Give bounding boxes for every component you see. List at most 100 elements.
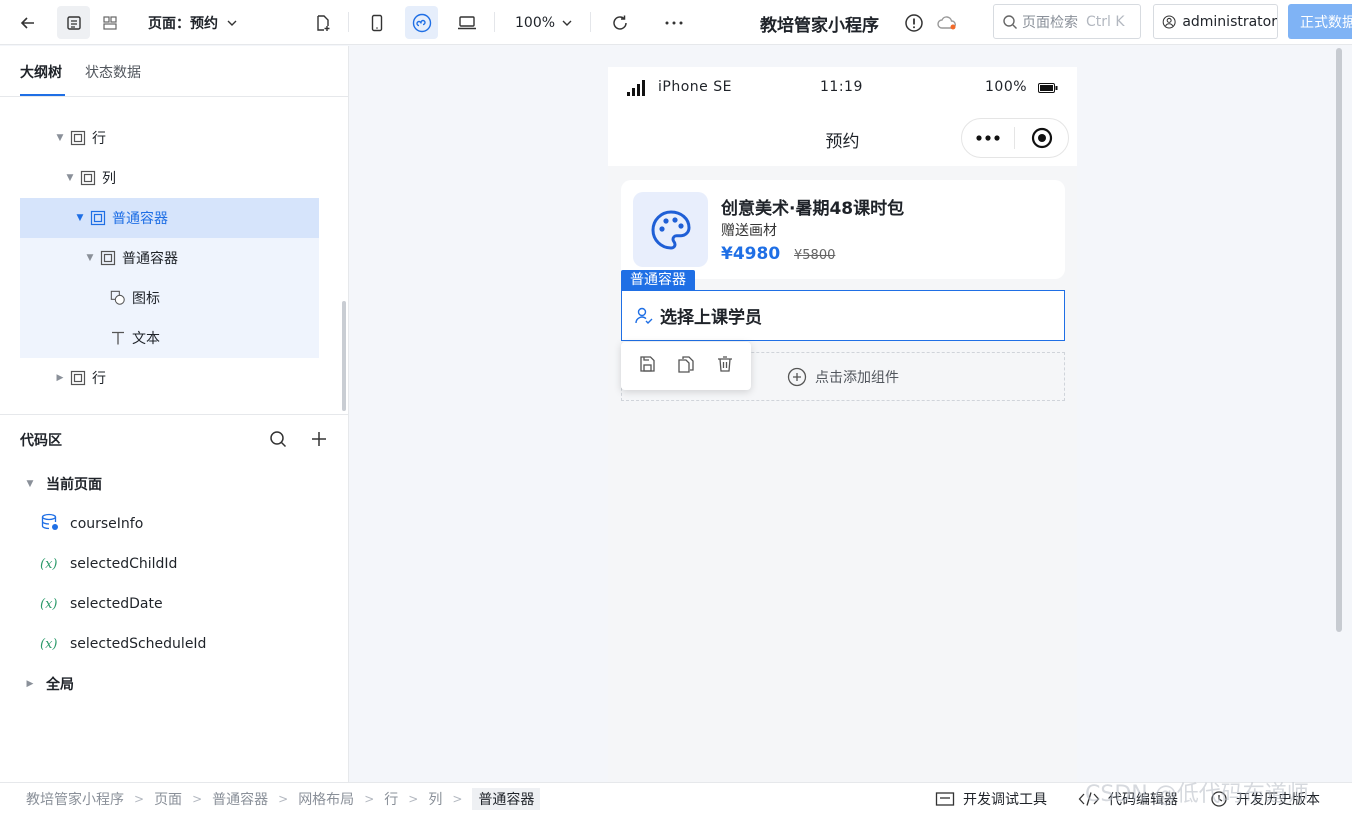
global-group[interactable]: ▶ 全局: [24, 669, 74, 699]
breadcrumb-item[interactable]: 网格布局: [298, 789, 354, 809]
chevron-right-icon: >: [364, 791, 375, 806]
chevron-right-icon: >: [452, 791, 463, 806]
search-shortcut: Ctrl K: [1086, 13, 1125, 30]
desktop-preview-icon[interactable]: [450, 6, 483, 39]
code-item-label: courseInfo: [70, 516, 144, 532]
tab-outline-tree[interactable]: 大纲树: [20, 62, 62, 82]
code-item-label: selectedDate: [70, 596, 163, 612]
tree-node-label: 普通容器: [112, 211, 168, 227]
add-page-icon[interactable]: [306, 6, 339, 39]
tree-node-label: 行: [92, 371, 106, 387]
tree-node-label: 行: [92, 131, 106, 147]
code-item-courseinfo[interactable]: courseInfo: [40, 509, 143, 539]
tree-node-icon[interactable]: 图标: [20, 278, 319, 318]
save-icon[interactable]: [638, 355, 656, 377]
breadcrumb-item[interactable]: 列: [428, 789, 442, 809]
caret-down-icon[interactable]: ▼: [84, 253, 96, 263]
caret-down-icon[interactable]: ▼: [74, 213, 86, 223]
history-label: 开发历史版本: [1236, 792, 1320, 808]
current-page-label: 当前页面: [46, 477, 102, 493]
shapes-icon: [110, 290, 126, 306]
tree-node-container-selected[interactable]: ▼ 普通容器: [20, 198, 319, 238]
tree-node-row[interactable]: ▶ 行: [20, 358, 319, 398]
bottom-bar: 教培管家小程序 > 页面 > 普通容器 > 网格布局 > 行 > 列 > 普通容…: [0, 782, 1352, 814]
close-target-icon[interactable]: [1031, 127, 1053, 149]
code-item-selectedchildid[interactable]: (x) selectedChildId: [40, 549, 177, 579]
search-placeholder: 页面检索: [1022, 14, 1078, 31]
publish-button[interactable]: 正式数据: [1288, 4, 1352, 39]
database-icon: [40, 512, 70, 536]
tree-node-label: 文本: [132, 331, 160, 347]
add-icon[interactable]: [310, 430, 328, 452]
more-dots-icon[interactable]: [976, 135, 1000, 141]
copy-icon[interactable]: [677, 355, 695, 377]
course-subtitle: 赠送画材: [721, 223, 777, 239]
outline-panel-icon[interactable]: [57, 6, 90, 39]
page-search-input[interactable]: 页面检索 Ctrl K: [993, 4, 1141, 39]
course-price: ¥4980: [721, 244, 781, 264]
cloud-sync-icon[interactable]: [930, 6, 963, 39]
container-icon: [80, 170, 96, 186]
panel-divider[interactable]: [0, 414, 349, 415]
code-icon: [1078, 792, 1100, 806]
code-editor-button[interactable]: 代码编辑器: [1078, 783, 1178, 814]
chevron-right-icon: >: [408, 791, 419, 806]
tree-scrollbar[interactable]: [342, 301, 346, 411]
warning-icon[interactable]: [897, 6, 930, 39]
more-icon[interactable]: [657, 6, 690, 39]
mini-program-preview-icon[interactable]: [405, 6, 438, 39]
active-tab-indicator: [20, 94, 65, 96]
username: administrator: [1182, 13, 1277, 30]
tab-state-data[interactable]: 状态数据: [85, 62, 141, 82]
tree-node-col[interactable]: ▼ 列: [20, 158, 319, 198]
code-item-label: selectedChildId: [70, 556, 178, 572]
breadcrumb-current[interactable]: 普通容器: [472, 787, 541, 810]
select-student-container[interactable]: 选择上课学员: [621, 290, 1065, 341]
tree-node-row[interactable]: ▼ 行: [20, 118, 319, 158]
container-icon: [90, 210, 106, 226]
text-icon: [110, 330, 126, 346]
user-menu[interactable]: administrator: [1153, 4, 1278, 39]
breadcrumb-item[interactable]: 页面: [154, 789, 182, 809]
mobile-preview-icon[interactable]: [360, 6, 393, 39]
refresh-icon[interactable]: [603, 6, 636, 39]
dev-tools-button[interactable]: 开发调试工具: [935, 783, 1047, 814]
code-item-selecteddate[interactable]: (x) selectedDate: [40, 589, 163, 619]
code-item-selectedscheduleid[interactable]: (x) selectedScheduleId: [40, 629, 206, 659]
tree-node-label: 普通容器: [122, 251, 178, 267]
selected-component-tag[interactable]: 普通容器: [621, 270, 695, 290]
tree-node-container[interactable]: ▼ 普通容器: [20, 238, 319, 278]
history-button[interactable]: 开发历史版本: [1210, 783, 1320, 814]
toolbar-divider: [494, 12, 495, 32]
breadcrumb-item[interactable]: 普通容器: [212, 789, 268, 809]
components-panel-icon[interactable]: [93, 6, 126, 39]
user-icon: [1162, 15, 1176, 28]
caret-right-icon[interactable]: ▶: [24, 679, 36, 689]
select-student-label: 选择上课学员: [660, 308, 762, 328]
course-card[interactable]: 创意美术·暑期48课时包 赠送画材 ¥4980 ¥5800: [621, 180, 1065, 279]
canvas-scrollbar[interactable]: [1336, 48, 1342, 632]
caret-right-icon[interactable]: ▶: [54, 373, 66, 383]
page-selector[interactable]: 页面：预约: [148, 6, 238, 39]
caret-down-icon[interactable]: ▼: [54, 133, 66, 143]
caret-down-icon[interactable]: ▼: [64, 173, 76, 183]
battery-icon: [1038, 83, 1058, 93]
zoom-value: 100%: [515, 14, 556, 31]
caret-down-icon[interactable]: ▼: [24, 479, 36, 489]
chevron-right-icon: >: [134, 791, 145, 806]
tree-node-text[interactable]: 文本: [20, 318, 319, 358]
device-name: iPhone SE: [658, 79, 732, 95]
breadcrumb-item[interactable]: 教培管家小程序: [26, 789, 124, 809]
back-arrow-icon[interactable]: [11, 6, 44, 39]
zoom-select[interactable]: 100%: [515, 6, 573, 39]
toolbar-divider: [590, 12, 591, 32]
current-page-group[interactable]: ▼ 当前页面: [24, 469, 102, 499]
course-old-price: ¥5800: [794, 248, 836, 263]
capsule-menu[interactable]: [961, 118, 1069, 158]
delete-icon[interactable]: [716, 355, 734, 377]
nav-bar: 预约: [608, 109, 1077, 166]
breadcrumb-item[interactable]: 行: [384, 789, 398, 809]
history-icon: [1211, 791, 1227, 807]
search-icon[interactable]: [268, 429, 288, 453]
chevron-down-icon: [562, 20, 572, 26]
